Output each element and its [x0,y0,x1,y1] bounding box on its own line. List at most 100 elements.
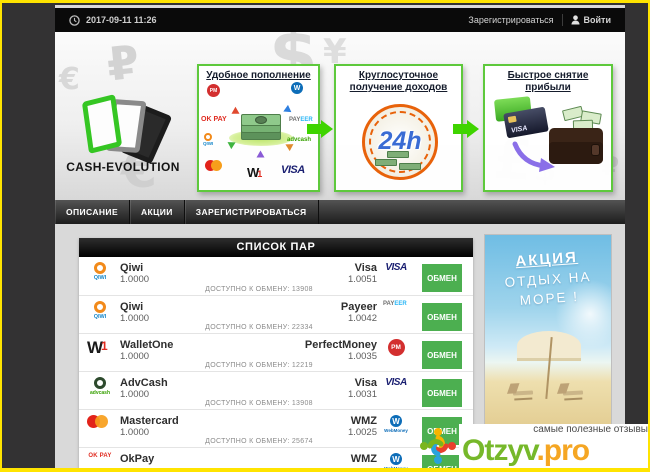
from-name: WalletOne [120,339,173,351]
pairs-rows: QIWI Qiwi1.0000 Visa1.0051VISAДОСТУПНО К… [79,257,473,472]
qiwi-icon: QIWI [203,133,213,146]
payeer-icon: PAYEER [289,117,313,123]
money-stack-graphic [241,112,281,142]
step-title: Круглосуточное получение доходов [336,70,461,94]
pair-to: Visa1.0031 VISA [348,377,409,400]
walletone-icon: W1 [87,339,113,356]
top-bar: 2017-09-11 11:26 Зарегистрироваться Войт… [55,8,625,32]
visa-icon: VISA [383,262,409,273]
screenshot-root: 2017-09-11 11:26 Зарегистрироваться Войт… [0,0,650,472]
available-amount: ДОСТУПНО К ОБМЕНУ: 25674 [109,438,409,445]
table-row: QIWI Qiwi1.0000 Payeer1.0042PAYEERДОСТУП… [79,295,473,333]
table-row: QIWI Qiwi1.0000 Visa1.0051 VISA ДОСТУПНО К… [79,257,473,295]
pair-from: QIWI Qiwi1.0000 [87,262,149,285]
table-row: Mastercard1.0000 WMZ1.0025 WWebMoney ДОСТУ… [79,409,473,447]
wallet-graphic [549,128,603,164]
to-rate: 1.0031 [348,389,377,400]
banner-step-withdraw: Быстрое снятие прибыли VISA [483,64,613,192]
perfectmoney-icon: PM [383,339,409,356]
exchange-button[interactable]: ОБМЕН [422,303,462,331]
beach-chair-graphic [513,390,533,395]
visa-label: VISA [511,125,528,135]
available-amount: ДОСТУПНО К ОБМЕНУ: 13908 [109,286,409,293]
to-name: PerfectMoney [305,339,377,351]
nav-item-2[interactable]: ЗАРЕГИСТРИРОВАТЬСЯ [185,200,319,224]
watermark-brand: Otzyv.pro [462,435,650,466]
okpay-icon: OK PAY [87,453,113,459]
datetime-text: 2017-09-11 11:26 [86,15,157,25]
from-rate: 1.0000 [120,351,173,362]
pair-to: Visa1.0051 VISA [348,262,409,285]
table-row: W1 WalletOne1.0000 PerfectMoney1.0035PMД… [79,333,473,371]
to-name: WMZ [351,453,377,465]
divider [562,14,563,26]
mastercard-icon [205,158,222,175]
to-rate: 1.0042 [341,313,377,324]
table-row: OK PAY OkPay WMZWWebMoneyОБМЕН [79,447,473,472]
table-row: advcash AdvCash1.0000 Visa1.0031VISAДОСТ… [79,371,473,409]
from-rate: 1.0000 [120,313,149,324]
account-links: Зарегистрироваться Войти [468,14,611,26]
okpay-icon: OK PAY [201,116,227,123]
from-rate: 1.0000 [120,274,149,285]
from-name: Qiwi [120,262,149,274]
datetime-area: 2017-09-11 11:26 [69,15,157,26]
pair-to: WMZWWebMoney [351,453,409,471]
money-graphic [399,163,421,170]
banner-step-deposit: Удобное пополнение PMWOK PAYPAYEERQIWIad… [197,64,320,192]
nav-item-0[interactable]: ОПИСАНИЕ [55,200,130,224]
exchange-button[interactable]: ОБМЕН [422,341,462,369]
from-name: OkPay [120,453,154,465]
webmoney-icon: WWebMoney [383,415,409,433]
webmoney-icon: W [291,82,303,94]
exchange-button[interactable]: ОБМЕН [422,264,462,292]
clock-24h-graphic: 24h [362,104,438,180]
pair-from: advcash AdvCash1.0000 [87,377,168,400]
walletone-icon: W1 [247,165,260,180]
register-link[interactable]: Зарегистрироваться [468,15,553,25]
step-title: Быстрое снятие прибыли [485,70,611,94]
header-banner: ₽€$£¥$₽€$ CASH-EVOLUTION Удобное пополне… [55,32,625,200]
to-name: Visa [348,377,377,389]
pairs-table: СПИСОК ПАР QIWI Qiwi1.0000 Visa1.0051VIS… [79,238,473,472]
advcash-icon: advcash [87,377,113,396]
banknote-shape [82,94,122,154]
to-name: WMZ [348,415,377,427]
from-name: Mastercard [120,415,179,427]
payment-systems-cloud: PMWOK PAYPAYEERQIWIadvcashW1VISA [199,82,318,192]
exchange-button[interactable]: ОБМЕН [422,379,462,407]
user-icon [571,15,580,25]
pair-from: OK PAY OkPay [87,453,154,465]
nav-item-1[interactable]: АКЦИИ [130,200,185,224]
to-name: Payeer [341,301,377,313]
clock-icon [69,15,80,26]
from-name: Qiwi [120,301,149,313]
money-graphic [375,159,397,166]
logo-text: CASH-EVOLUTION [63,160,183,174]
banner-step-income: Круглосуточное получение доходов 24h [334,64,463,192]
pairs-table-title: СПИСОК ПАР [79,238,473,257]
from-rate: 1.0000 [120,427,179,438]
pair-from: QIWI Qiwi1.0000 [87,301,149,324]
qiwi-icon: QIWI [87,262,113,281]
to-rate: 1.0051 [348,274,377,285]
payeer-icon: PAYEER [383,301,409,307]
pair-from: Mastercard1.0000 [87,415,179,438]
arrow-shape [257,151,265,158]
site-logo: CASH-EVOLUTION [63,60,183,190]
watermark-text: самые полезные отзывы Otzyv.pro [462,424,650,466]
qiwi-icon: QIWI [87,301,113,320]
promo-banner-sea-vacation[interactable]: АКЦИЯ ОТДЫХ НА МОРЕ ! [484,234,612,429]
to-name: Visa [348,262,377,274]
pair-from: W1 WalletOne1.0000 [87,339,173,362]
promo-text: АКЦИЯ ОТДЫХ НА МОРЕ ! [484,247,612,311]
to-rate: 1.0025 [348,427,377,438]
pair-to: PerfectMoney1.0035PM [305,339,409,362]
login-link[interactable]: Войти [571,15,611,25]
card-chip [508,116,517,123]
pair-to: WMZ1.0025 WWebMoney [348,415,409,438]
main-nav: ОПИСАНИЕАКЦИИЗАРЕГИСТРИРОВАТЬСЯ [55,200,625,224]
pair-to: Payeer1.0042 PAYEER [341,301,409,324]
24h-badge: 24h [365,127,435,156]
visa-icon: VISA [383,377,409,388]
